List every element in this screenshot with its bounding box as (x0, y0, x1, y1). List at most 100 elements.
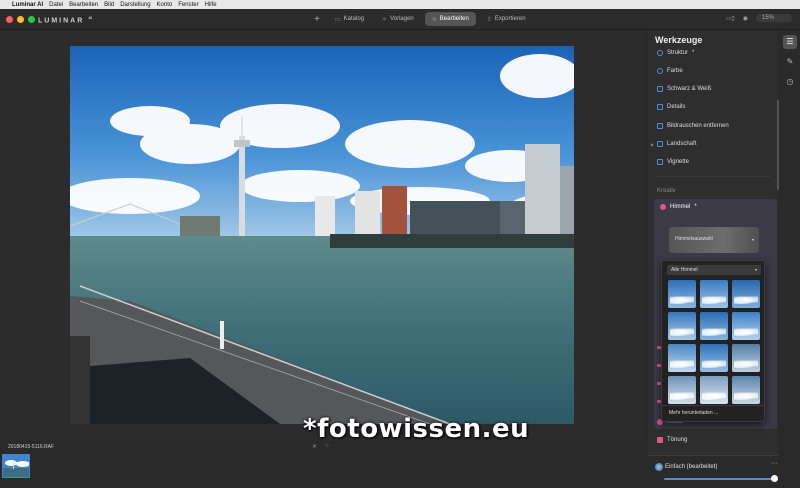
folder-icon: ▭ (335, 16, 341, 23)
zoom-window-button[interactable] (28, 16, 35, 23)
add-photos-button[interactable]: + (310, 14, 324, 25)
sky-thumbnail[interactable] (732, 280, 760, 308)
thumbnail-image (3, 455, 29, 477)
tool-struktur-edited: * (692, 50, 695, 56)
tool-himmel-edited: * (694, 204, 697, 210)
app-logo: LUMINAR AI (38, 15, 92, 24)
minimize-window-button[interactable] (17, 16, 24, 23)
preset-name: Einfach (bearbeitet) (665, 464, 718, 470)
more-options-icon[interactable]: ··· (771, 460, 778, 467)
edit-icon: ≋ (431, 16, 437, 23)
menu-konto[interactable]: Konto (157, 2, 173, 8)
sky-picker-popup: Alle Himmel ▾ Mehr herunterladen ... (661, 260, 765, 422)
tool-vignette-label: Vignette (667, 159, 689, 165)
sky-selection-label: Himmelsauswahl (675, 236, 713, 242)
menu-app[interactable]: Luminar AI (12, 2, 43, 8)
vignette-icon (657, 159, 663, 165)
menu-darstellung[interactable]: Darstellung (120, 2, 150, 8)
sky-thumbnail[interactable] (700, 344, 728, 372)
history-clock-icon[interactable]: ◷ (783, 75, 797, 89)
tool-himmel-label: Himmel (670, 204, 691, 210)
preset-thumbnail-icon (655, 463, 663, 471)
sky-selection-dropdown[interactable]: Himmelsauswahl ▾ (669, 227, 759, 253)
menu-bild[interactable]: Bild (104, 2, 114, 8)
sky-thumbnail[interactable] (732, 376, 760, 404)
details-icon (657, 104, 663, 110)
section-kreativ: Kreativ (657, 188, 676, 194)
watermark-text: *fotowissen.eu (303, 414, 530, 444)
sky-category-label: Alle Himmel (671, 267, 698, 273)
sky-icon (660, 204, 666, 210)
landscape-icon (657, 141, 663, 147)
sky-thumbnail[interactable] (700, 312, 728, 340)
toolbar-right: ▭▯ ◉ 15% (726, 14, 792, 22)
sky-thumbnail[interactable] (732, 344, 760, 372)
tab-vorlagen-label: Vorlagen (390, 16, 414, 22)
sky-thumbnail[interactable] (668, 280, 696, 308)
tab-bearbeiten[interactable]: ≋ Bearbeiten (424, 12, 476, 26)
dot-icon[interactable]: ○ (325, 443, 329, 450)
tool-details-label: Details (667, 104, 686, 110)
close-icon[interactable]: ✕ (312, 443, 317, 450)
tool-schwarz-weiss[interactable]: Schwarz & Weiß (657, 86, 711, 92)
image-canvas[interactable] (0, 31, 645, 441)
tab-exportieren[interactable]: ⇪ Exportieren (480, 12, 533, 26)
photo-image (70, 46, 574, 424)
app-toolbar: LUMINAR AI + ▭ Katalog ✧ Vorlagen ≋ Bearbei… (0, 9, 800, 30)
tab-katalog-label: Katalog (343, 16, 365, 22)
tool-toenung[interactable]: Tönung (657, 437, 687, 443)
popup-divider (662, 405, 764, 406)
tab-vorlagen[interactable]: ✧ Vorlagen (375, 12, 421, 26)
photo-preview (70, 46, 574, 424)
sky-thumbnail[interactable] (668, 312, 696, 340)
tool-vignette[interactable]: Vignette (657, 159, 689, 165)
eye-icon[interactable]: ◉ (743, 15, 748, 22)
window-controls (6, 16, 35, 23)
tool-details[interactable]: Details (657, 104, 685, 110)
sky-thumbnail-grid (668, 280, 760, 404)
chevron-down-icon: ▾ (751, 237, 754, 242)
menu-hilfe[interactable]: Hilfe (205, 2, 217, 8)
filename-label: 20180415-5116.RAF (8, 444, 55, 450)
panel-title: Werkzeuge (655, 35, 703, 45)
templates-icon: ✧ (382, 16, 388, 23)
tool-struktur[interactable]: Struktur * (657, 50, 694, 56)
tool-himmel[interactable]: Himmel * (660, 204, 697, 210)
side-rail: ☰ ✎ ◷ (779, 31, 800, 488)
tool-farbe[interactable]: Farbe (657, 68, 683, 74)
tab-katalog[interactable]: ▭ Katalog (328, 12, 371, 26)
close-window-button[interactable] (6, 16, 13, 23)
menu-bearbeiten[interactable]: Bearbeiten (69, 2, 98, 8)
sliders-icon[interactable]: ☰ (783, 35, 797, 49)
menu-datei[interactable]: Datei (49, 2, 63, 8)
preset-amount-slider[interactable] (664, 478, 774, 480)
preset-amount-slider-handle[interactable] (771, 475, 778, 482)
toning-icon (657, 437, 663, 443)
tool-landschaft[interactable]: ▶ Landschaft (651, 141, 697, 147)
tab-bearbeiten-label: Bearbeiten (439, 16, 469, 22)
sky-thumbnail[interactable] (668, 376, 696, 404)
tool-landschaft-label: Landschaft (667, 141, 697, 147)
tool-farbe-label: Farbe (667, 68, 683, 74)
preset-bar: Einfach (bearbeitet) ··· (648, 455, 778, 488)
sky-category-filter[interactable]: Alle Himmel ▾ (667, 265, 761, 275)
bw-icon (657, 86, 663, 92)
compare-icon[interactable]: ▭▯ (726, 15, 735, 22)
filmstrip-thumbnail[interactable] (2, 454, 30, 478)
tool-bildrauschen[interactable]: Bildrauschen entfernen (657, 123, 729, 129)
sky-thumbnail[interactable] (700, 376, 728, 404)
filmstrip-controls: ✕ ○ (312, 443, 329, 450)
tool-struktur-label: Struktur (667, 50, 689, 56)
section-divider (655, 176, 770, 177)
download-more-skies-link[interactable]: Mehr herunterladen ... (669, 410, 718, 416)
zoom-select[interactable]: 15% (756, 14, 792, 22)
export-icon: ⇪ (486, 16, 492, 23)
chevron-down-icon: ▾ (754, 267, 757, 272)
sky-thumbnail[interactable] (668, 344, 696, 372)
sky-thumbnail[interactable] (700, 280, 728, 308)
tool-toenung-label: Tönung (667, 437, 688, 443)
tool-bildrauschen-label: Bildrauschen entfernen (667, 123, 729, 129)
brush-icon[interactable]: ✎ (783, 55, 797, 69)
menu-fenster[interactable]: Fenster (178, 2, 198, 8)
sky-thumbnail[interactable] (732, 312, 760, 340)
